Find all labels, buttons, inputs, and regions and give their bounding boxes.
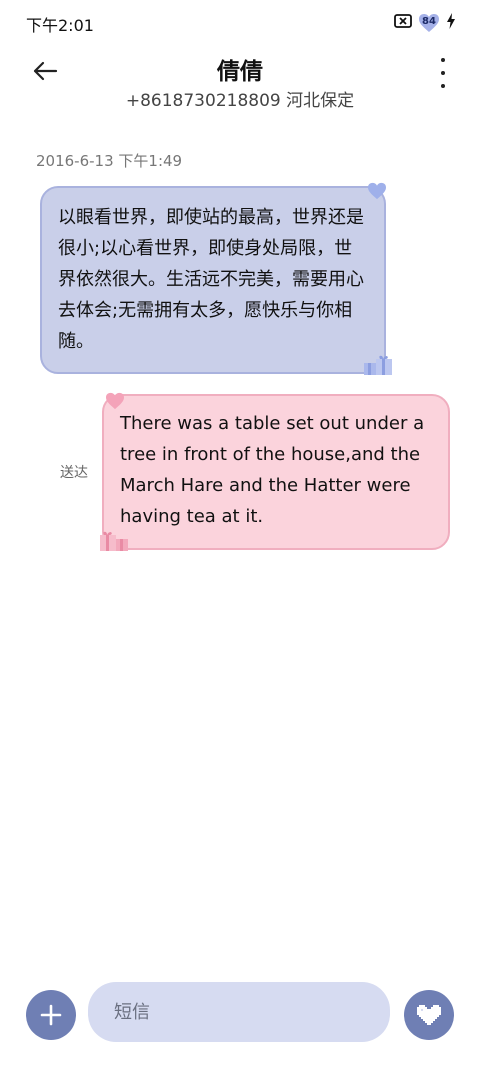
dot [441, 84, 445, 88]
heart-sticker-icon [368, 182, 386, 200]
gift-box-icon [364, 355, 392, 375]
pixel-heart-icon [417, 1005, 441, 1025]
status-bar: 下午2:01 84 [0, 0, 480, 44]
sms-input[interactable] [88, 982, 390, 1042]
gift-box-icon [100, 531, 128, 551]
battery-heart-icon: 84 [418, 13, 440, 33]
status-time: 下午2:01 [26, 16, 94, 35]
contact-phone-location: +8618730218809 河北保定 [125, 91, 355, 111]
incoming-message-text: 以眼看世界，即使站的最高，世界还是很小;以心看世界，即使身处局限，世界依然很大。… [58, 207, 364, 352]
status-icons: 84 [394, 12, 456, 34]
sim-off-icon [394, 13, 412, 33]
outgoing-message-text: There was a table set out under a tree i… [120, 413, 425, 527]
charging-icon [446, 13, 456, 33]
contact-name: 倩倩 [217, 59, 263, 85]
dot [441, 71, 445, 75]
message-timestamp: 2016-6-13 下午1:49 [36, 152, 183, 170]
incoming-message-bubble[interactable]: 以眼看世界，即使站的最高，世界还是很小;以心看世界，即使身处局限，世界依然很大。… [40, 186, 386, 374]
plus-icon [40, 1004, 62, 1026]
outgoing-message-bubble[interactable]: There was a table set out under a tree i… [102, 394, 450, 550]
delivery-status: 送达 [60, 465, 88, 481]
heart-sticker-icon [106, 392, 124, 410]
battery-level: 84 [422, 16, 436, 27]
send-button[interactable] [404, 990, 454, 1040]
add-attachment-button[interactable] [26, 990, 76, 1040]
conversation-header: 倩倩 +8618730218809 河北保定 [0, 44, 480, 120]
composer-bar [0, 982, 480, 1044]
dot [441, 58, 445, 62]
more-options-button[interactable] [436, 58, 450, 88]
